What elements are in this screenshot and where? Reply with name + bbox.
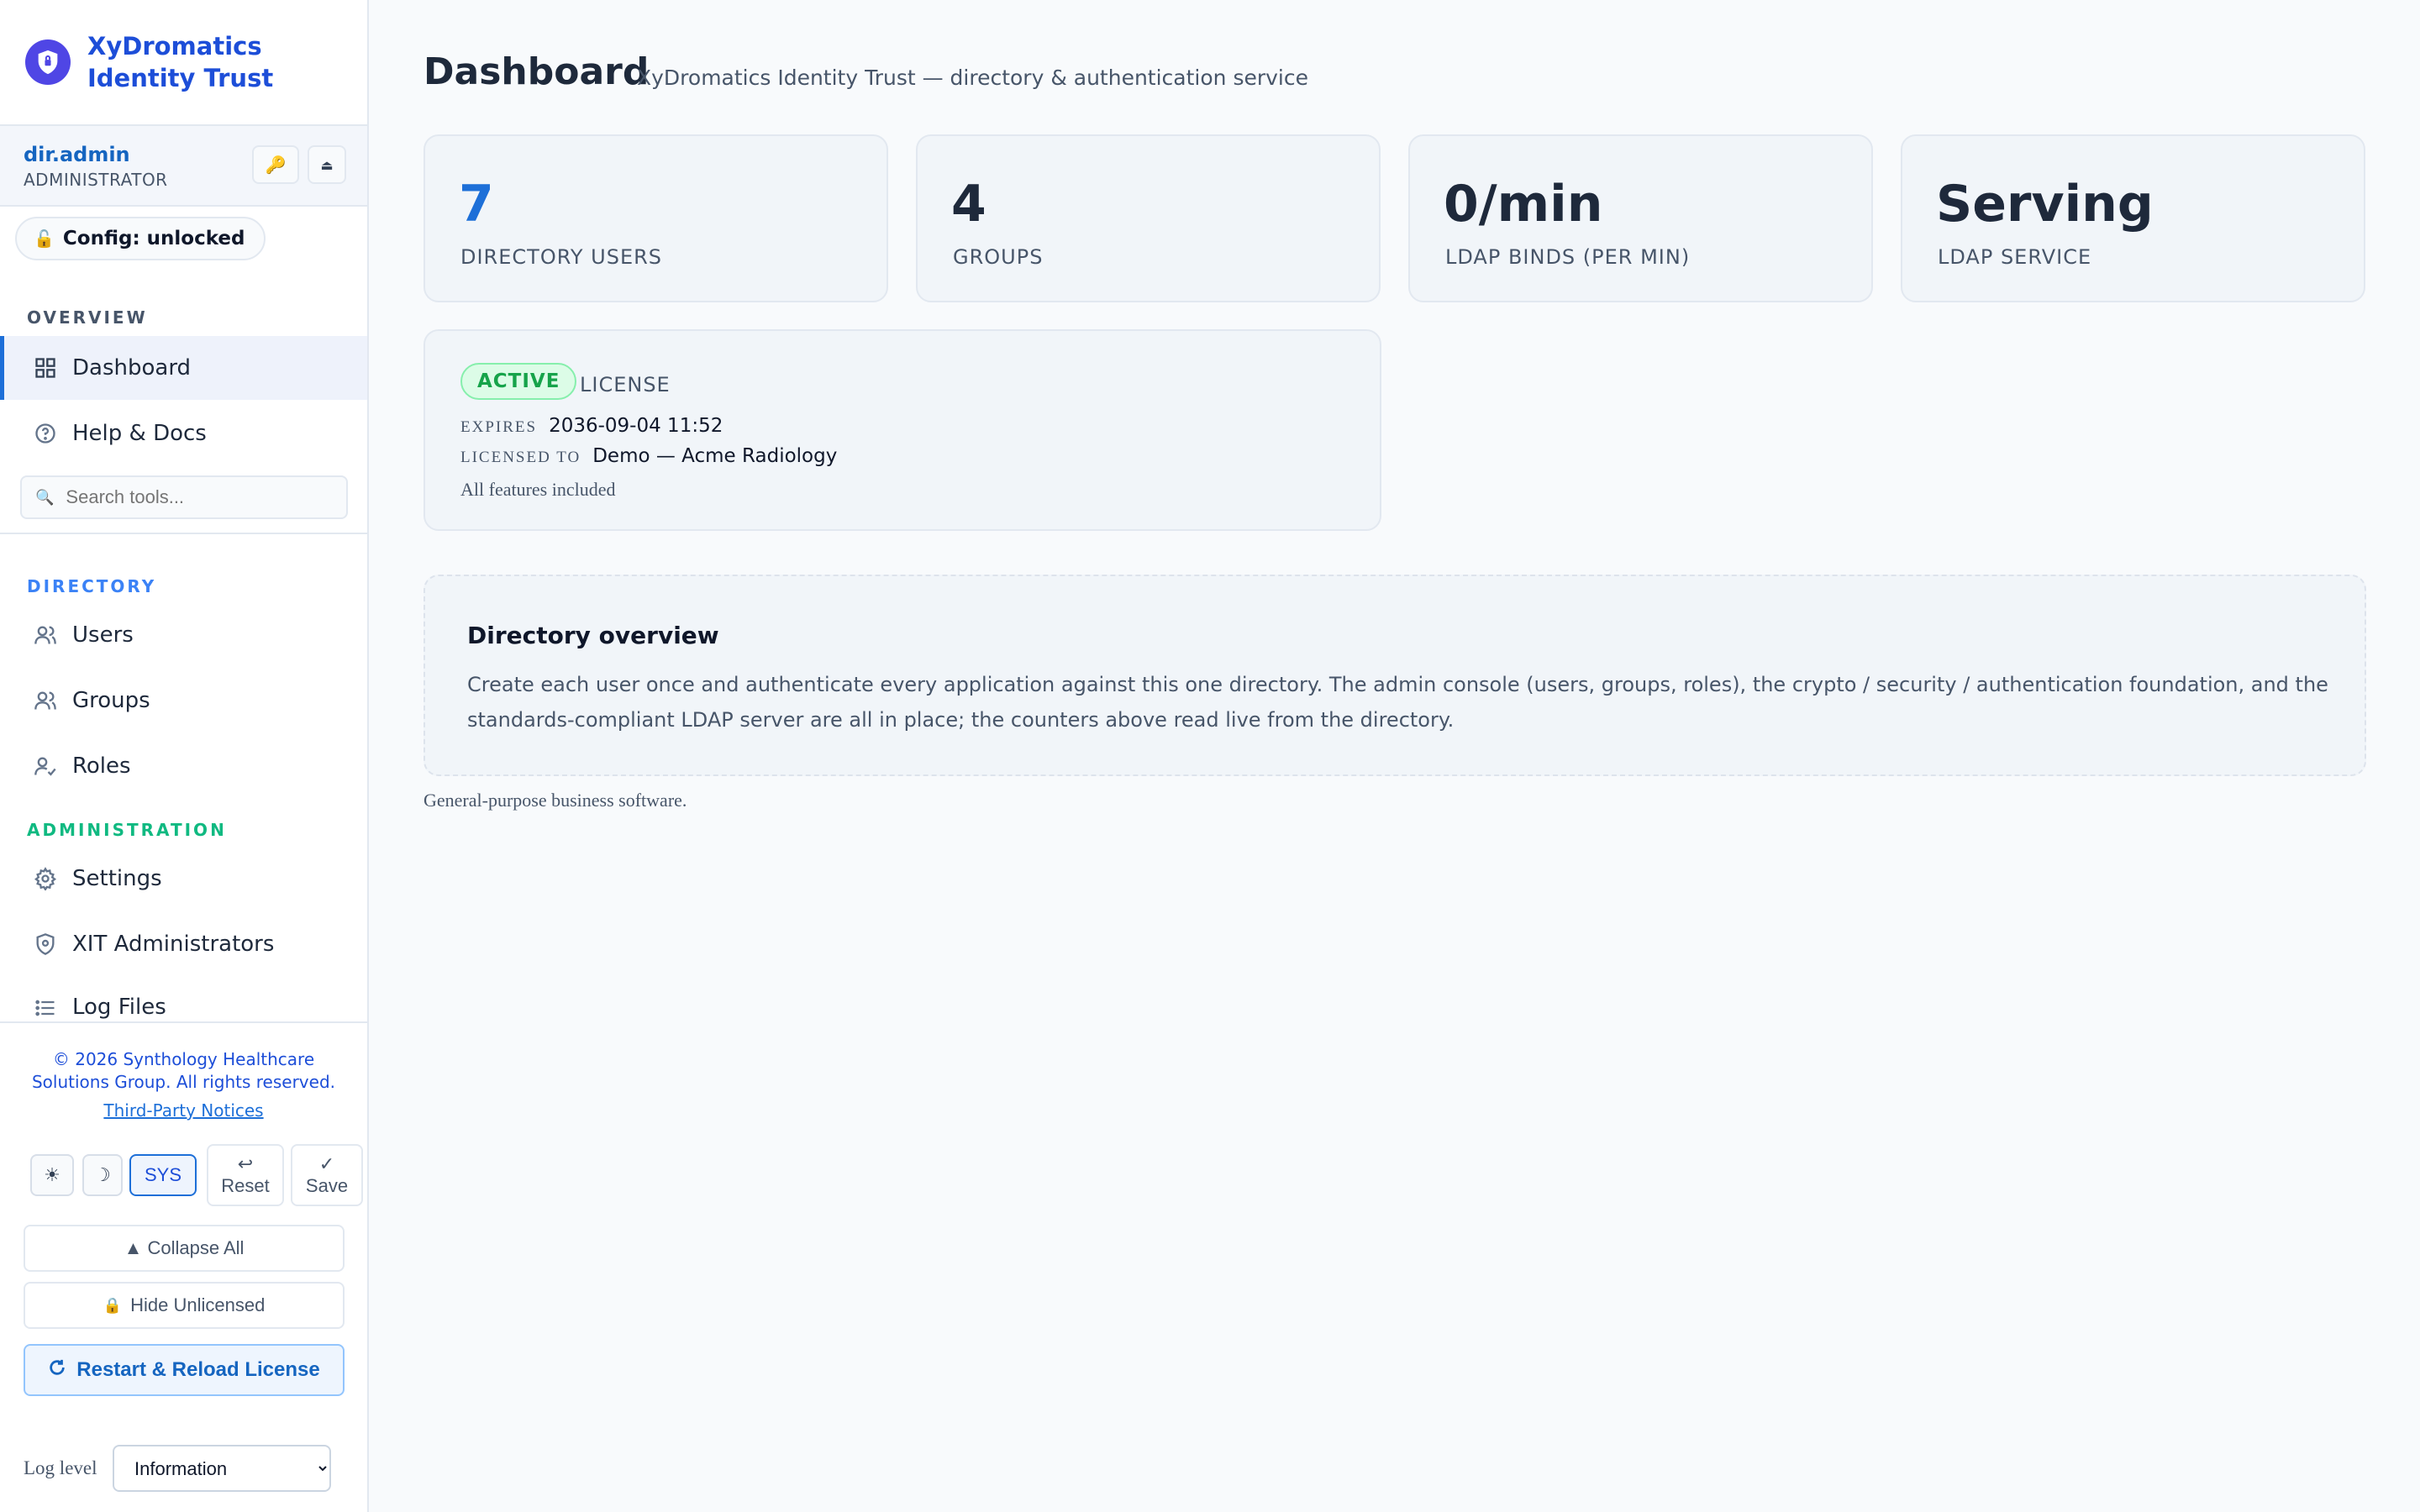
- sidebar-item-xit-administrators[interactable]: XIT Administrators: [0, 912, 367, 976]
- stat-label: LDAP BINDS (PER MIN): [1445, 245, 1691, 269]
- sidebar-item-help[interactable]: Help & Docs: [0, 402, 367, 465]
- brand-header: XyDromatics Identity Trust: [0, 0, 367, 126]
- sun-icon: ☀: [44, 1164, 60, 1185]
- user-name[interactable]: dir.admin: [24, 143, 130, 166]
- log-level-select[interactable]: Information: [113, 1445, 331, 1492]
- user-role: ADMINISTRATOR: [24, 170, 168, 190]
- restart-label: Restart & Reload License: [76, 1358, 320, 1381]
- sidebar-item-groups[interactable]: Groups: [0, 669, 367, 732]
- section-label-overview: OVERVIEW: [27, 307, 148, 328]
- gear-icon: [32, 865, 59, 892]
- reset-label: Reset: [221, 1175, 270, 1196]
- stat-card-ldap-binds: 0/min LDAP BINDS (PER MIN): [1408, 134, 1873, 302]
- license-status-badge: ACTIVE: [460, 363, 577, 400]
- hide-unlicensed-label: Hide Unlicensed: [130, 1294, 266, 1315]
- undo-icon: ↩: [237, 1153, 254, 1174]
- save-button[interactable]: ✓ Save: [291, 1144, 363, 1206]
- save-label: Save: [305, 1175, 349, 1196]
- directory-overview-card: Directory overview Create each user once…: [424, 575, 2366, 776]
- shield-icon: [32, 931, 59, 958]
- collapse-all-button[interactable]: ▲ Collapse All: [24, 1225, 345, 1272]
- stat-value: 0/min: [1444, 175, 1603, 234]
- help-circle-icon: [32, 420, 59, 447]
- copyright-text: © 2026 Synthology Healthcare Solutions G…: [31, 1049, 335, 1092]
- user-check-icon: [32, 753, 59, 780]
- license-title: LICENSE: [580, 373, 671, 396]
- stat-value: 4: [951, 175, 986, 234]
- stat-card-ldap-service: Serving LDAP SERVICE: [1901, 134, 2365, 302]
- license-licensed-to-value: Demo — Acme Radiology: [592, 445, 838, 467]
- stat-card-directory-users: 7 DIRECTORY USERS: [424, 134, 888, 302]
- sidebar-item-label: Groups: [72, 688, 150, 713]
- grid-icon: [32, 354, 59, 381]
- license-expires-key: EXPIRES: [460, 418, 538, 436]
- stat-label: DIRECTORY USERS: [460, 245, 663, 269]
- sidebar-item-label: XIT Administrators: [72, 932, 275, 957]
- third-party-notices-link[interactable]: Third-Party Notices: [0, 1100, 367, 1121]
- license-licensed-to-row: LICENSED TO Demo — Acme Radiology: [460, 445, 837, 467]
- sidebar-item-dashboard[interactable]: Dashboard: [0, 336, 367, 400]
- key-icon: 🔑: [265, 155, 287, 175]
- restart-reload-license-button[interactable]: Restart & Reload License: [24, 1344, 345, 1396]
- sidebar-item-log-files[interactable]: Log Files: [0, 978, 367, 1021]
- stat-card-groups: 4 GROUPS: [916, 134, 1381, 302]
- theme-system-button[interactable]: SYS: [129, 1154, 197, 1196]
- users-icon: [32, 622, 59, 648]
- overview-title: Directory overview: [467, 622, 719, 649]
- sidebar-item-users[interactable]: Users: [0, 603, 367, 667]
- config-lock-toggle[interactable]: 🔓 Config: unlocked: [15, 217, 266, 260]
- stat-value: Serving: [1936, 175, 2154, 234]
- sidebar-item-label: Users: [72, 622, 134, 648]
- stat-value: 7: [459, 175, 494, 234]
- sidebar-item-label: Help & Docs: [72, 421, 207, 446]
- shield-logo-icon: [25, 39, 71, 85]
- eject-icon: ⏏: [320, 156, 334, 173]
- license-expires-row: EXPIRES 2036-09-04 11:52: [460, 415, 723, 437]
- sidebar-item-roles[interactable]: Roles: [0, 734, 367, 798]
- license-note: All features included: [460, 479, 616, 500]
- sidebar-item-settings[interactable]: Settings: [0, 847, 367, 911]
- theme-light-button[interactable]: ☀: [30, 1154, 74, 1196]
- refresh-icon: [48, 1358, 66, 1383]
- lock-icon: 🔒: [103, 1296, 123, 1314]
- divider: [0, 533, 367, 534]
- moon-icon: ☽: [94, 1164, 111, 1185]
- config-status-label: Config: unlocked: [62, 228, 245, 249]
- sidebar-item-label: Settings: [72, 866, 162, 891]
- reset-button[interactable]: ↩ Reset: [207, 1144, 284, 1206]
- sidebar-item-label: Dashboard: [72, 355, 192, 381]
- license-licensed-to-key: LICENSED TO: [460, 449, 581, 466]
- page-subtitle: XyDromatics Identity Trust — directory &…: [637, 66, 1308, 90]
- page-title: Dashboard: [424, 50, 650, 93]
- stat-label: GROUPS: [953, 245, 1044, 269]
- change-password-button[interactable]: 🔑: [252, 145, 299, 184]
- sidebar-item-label: Log Files: [72, 995, 166, 1020]
- sidebar-item-label: Roles: [72, 753, 131, 779]
- section-label-administration: ADMINISTRATION: [27, 820, 227, 840]
- sidebar: XyDromatics Identity Trust dir.admin ADM…: [0, 0, 369, 1512]
- tool-search[interactable]: 🔍: [20, 475, 348, 519]
- brand-title: XyDromatics Identity Trust: [87, 32, 274, 92]
- unlock-icon: 🔓: [34, 228, 55, 249]
- license-expires-value: 2036-09-04 11:52: [549, 415, 723, 437]
- user-bar: dir.admin ADMINISTRATOR 🔑 ⏏: [0, 126, 367, 207]
- logout-button[interactable]: ⏏: [308, 145, 346, 184]
- stat-label: LDAP SERVICE: [1938, 245, 2092, 269]
- license-card: ACTIVE LICENSE EXPIRES 2036-09-04 11:52 …: [424, 329, 1381, 531]
- section-label-directory: DIRECTORY: [27, 576, 157, 596]
- list-icon: [32, 995, 59, 1021]
- search-icon: 🔍: [35, 488, 55, 507]
- footer-note: General-purpose business software.: [424, 790, 687, 811]
- search-input[interactable]: [66, 486, 335, 508]
- hide-unlicensed-button[interactable]: 🔒 Hide Unlicensed: [24, 1282, 345, 1329]
- group-icon: [32, 687, 59, 714]
- check-icon: ✓: [318, 1153, 335, 1174]
- theme-dark-button[interactable]: ☽: [82, 1154, 123, 1196]
- divider: [0, 1021, 367, 1023]
- overview-body: Create each user once and authenticate e…: [467, 673, 2328, 732]
- log-level-label: Log level: [24, 1457, 97, 1478]
